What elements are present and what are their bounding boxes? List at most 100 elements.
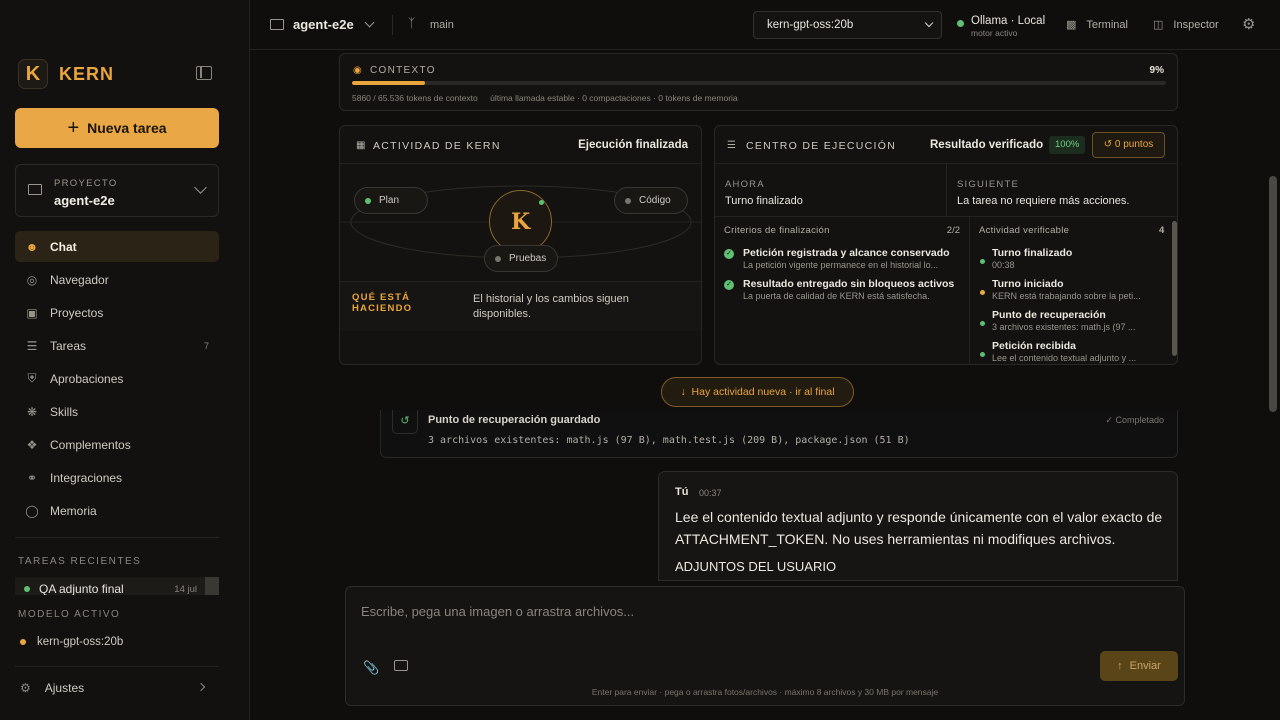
sidebar-item-label: Navegador [50,272,109,287]
current-action-label: QUÉ ESTÁ HACIENDO [352,292,413,314]
model-select[interactable]: kern-gpt-oss:20b [753,11,942,39]
activity-status-dot [980,352,985,357]
status-dot [24,586,30,592]
sidebar-item-proyectos[interactable]: ▣ Proyectos [15,297,219,328]
divider [392,15,393,35]
kern-core: K [489,190,552,253]
activity-status-dot [980,259,985,264]
context-meta: 5860 / 65.536 tokens de contexto última … [352,93,748,103]
context-percent: 9% [1149,65,1164,76]
sidebar-item-integraciones[interactable]: ⚭ Integraciones [15,462,219,493]
brand[interactable]: K KERN [18,58,114,90]
node-status-dot [625,198,631,204]
sidebar-item-memoria[interactable]: ◯ Memoria [15,495,219,526]
settings-button[interactable]: ⚙ Ajustes [20,680,212,696]
activity-item-desc: 00:38 [992,260,1015,270]
sidebar-item-complementos[interactable]: ❖ Complementos [15,429,219,460]
criteria-title: Criterios de finalización [724,225,830,236]
sidebar-item-label: Proyectos [50,305,104,320]
sidebar-item-navegador[interactable]: ◎ Navegador [15,264,219,295]
criteria-item-title: Petición registrada y alcance conservado [743,247,950,259]
recent-task-name: QA adjunto final [39,582,124,595]
branch-name[interactable]: main [430,19,454,31]
orbit-node-plan[interactable]: Plan [354,187,428,214]
send-button[interactable]: ↑ Enviar [1100,651,1178,681]
message-input[interactable]: Escribe, pega una imagen o arrastra arch… [361,604,634,619]
active-model-name: kern-gpt-oss:20b [37,636,124,648]
recovery-status: ✓ Completado [1105,415,1164,425]
user-message: Tú 00:37 Lee el contenido textual adjunt… [658,471,1178,581]
gear-icon: ⚙ [20,681,31,695]
chevron-down-icon [924,18,934,28]
attach-icon[interactable]: 📎 [363,660,379,676]
inspector-button[interactable]: ◫ Inspector [1153,18,1219,32]
message-author: Tú [675,486,689,498]
message-body: Lee el contenido textual adjunto y respo… [675,509,1163,547]
project-label: PROYECTO [54,178,118,189]
message-attachments-title: ADJUNTOS DEL USUARIO [675,559,837,574]
active-model[interactable]: kern-gpt-oss:20b [20,636,123,648]
new-activity-label: Hay actividad nueva · ir al final [691,386,835,398]
recent-task-item[interactable]: QA adjunto final 14 jul [15,577,219,595]
sidebar-item-tareas[interactable]: ☰ Tareas 7 [15,330,219,361]
activity-title: ACTIVIDAD DE KERN [373,140,501,152]
keyboard-icon[interactable] [394,660,408,671]
project-selector[interactable]: PROYECTO agent-e2e [15,164,219,217]
node-status-dot [495,256,501,262]
orbit-node-tests[interactable]: Pruebas [484,245,558,272]
activity-orbit: Plan Código K Pruebas [340,164,701,281]
recent-scrollbar[interactable] [205,577,219,595]
activity-item-title: Turno iniciado [992,278,1064,290]
chevron-down-icon[interactable] [364,17,375,28]
folder-icon: ▣ [26,305,38,320]
node-status-dot [365,198,371,204]
chevron-down-icon [194,181,207,194]
model-select-value: kern-gpt-oss:20b [767,19,854,31]
history-icon: ↺ [392,410,418,434]
folder-icon [28,184,42,195]
sidebar-collapse-icon[interactable] [196,66,212,80]
criteria-item-desc: La petición vigente permanece en el hist… [743,260,939,270]
sidebar-item-label: Integraciones [50,470,123,485]
gear-icon[interactable]: ⚙ [1242,15,1255,33]
context-progress-bar [352,81,1166,85]
top-bar: agent-e2e ᛉ main kern-gpt-oss:20b Ollama… [250,0,1280,50]
execution-center-panel: ☰ CENTRO DE EJECUCIÓN Resultado verifica… [714,125,1178,365]
sidebar-item-skills[interactable]: ❋ Skills [15,396,219,427]
points-button[interactable]: ↺ 0 puntos [1092,132,1165,158]
sidebar-item-chat[interactable]: ☻ Chat [15,231,219,262]
next-value: La tarea no requiere más acciones. [957,195,1130,207]
node-label: Código [639,195,671,206]
activity-item-desc: Lee el contenido textual adjunto y ... [992,353,1137,363]
kern-logo-icon: K [18,59,48,89]
eye-icon: ◉ [353,65,362,76]
recovery-title: Punto de recuperación guardado [428,414,601,426]
sidebar-item-label: Chat [50,239,77,254]
criteria-count: 2/2 [946,225,960,236]
new-task-button[interactable]: + Nueva tarea [15,108,219,148]
sidebar-item-label: Skills [50,404,79,419]
new-activity-button[interactable]: ↓ Hay actividad nueva · ir al final [661,377,854,407]
globe-icon: ◎ [26,272,38,287]
terminal-button[interactable]: ▩ Terminal [1066,18,1128,32]
now-value: Turno finalizado [725,195,803,207]
sidebar: K KERN + Nueva tarea PROYECTO agent-e2e … [0,0,250,720]
activity-scrollbar[interactable] [1172,221,1177,356]
activity-item-desc: 3 archivos existentes: math.js (97 ... [992,322,1136,332]
verifiable-activity: Actividad verificable 4 Turno finalizado… [970,217,1177,364]
recovery-detail: 3 archivos existentes: math.js (97 B), m… [428,435,910,446]
inspector-panel-icon: ◫ [1153,19,1164,31]
panel-header: ▦ ACTIVIDAD DE KERN Ejecución finalizada [340,126,701,164]
folder-icon [270,19,284,30]
recovery-status-label: Completado [1115,415,1164,425]
sidebar-item-aprobaciones[interactable]: ⛨ Aprobaciones [15,363,219,394]
activity-item-title: Petición recibida [992,340,1077,352]
project-name: agent-e2e [54,193,115,208]
plus-icon: + [67,116,80,139]
execution-status: Resultado verificado [930,139,1044,151]
message-time: 00:37 [699,488,722,498]
orbit-node-code[interactable]: Código [614,187,688,214]
current-action-text: El historial y los cambios siguen dispon… [473,293,629,320]
project-switcher[interactable]: agent-e2e [293,17,354,32]
chat-scrollbar[interactable] [1269,176,1277,412]
